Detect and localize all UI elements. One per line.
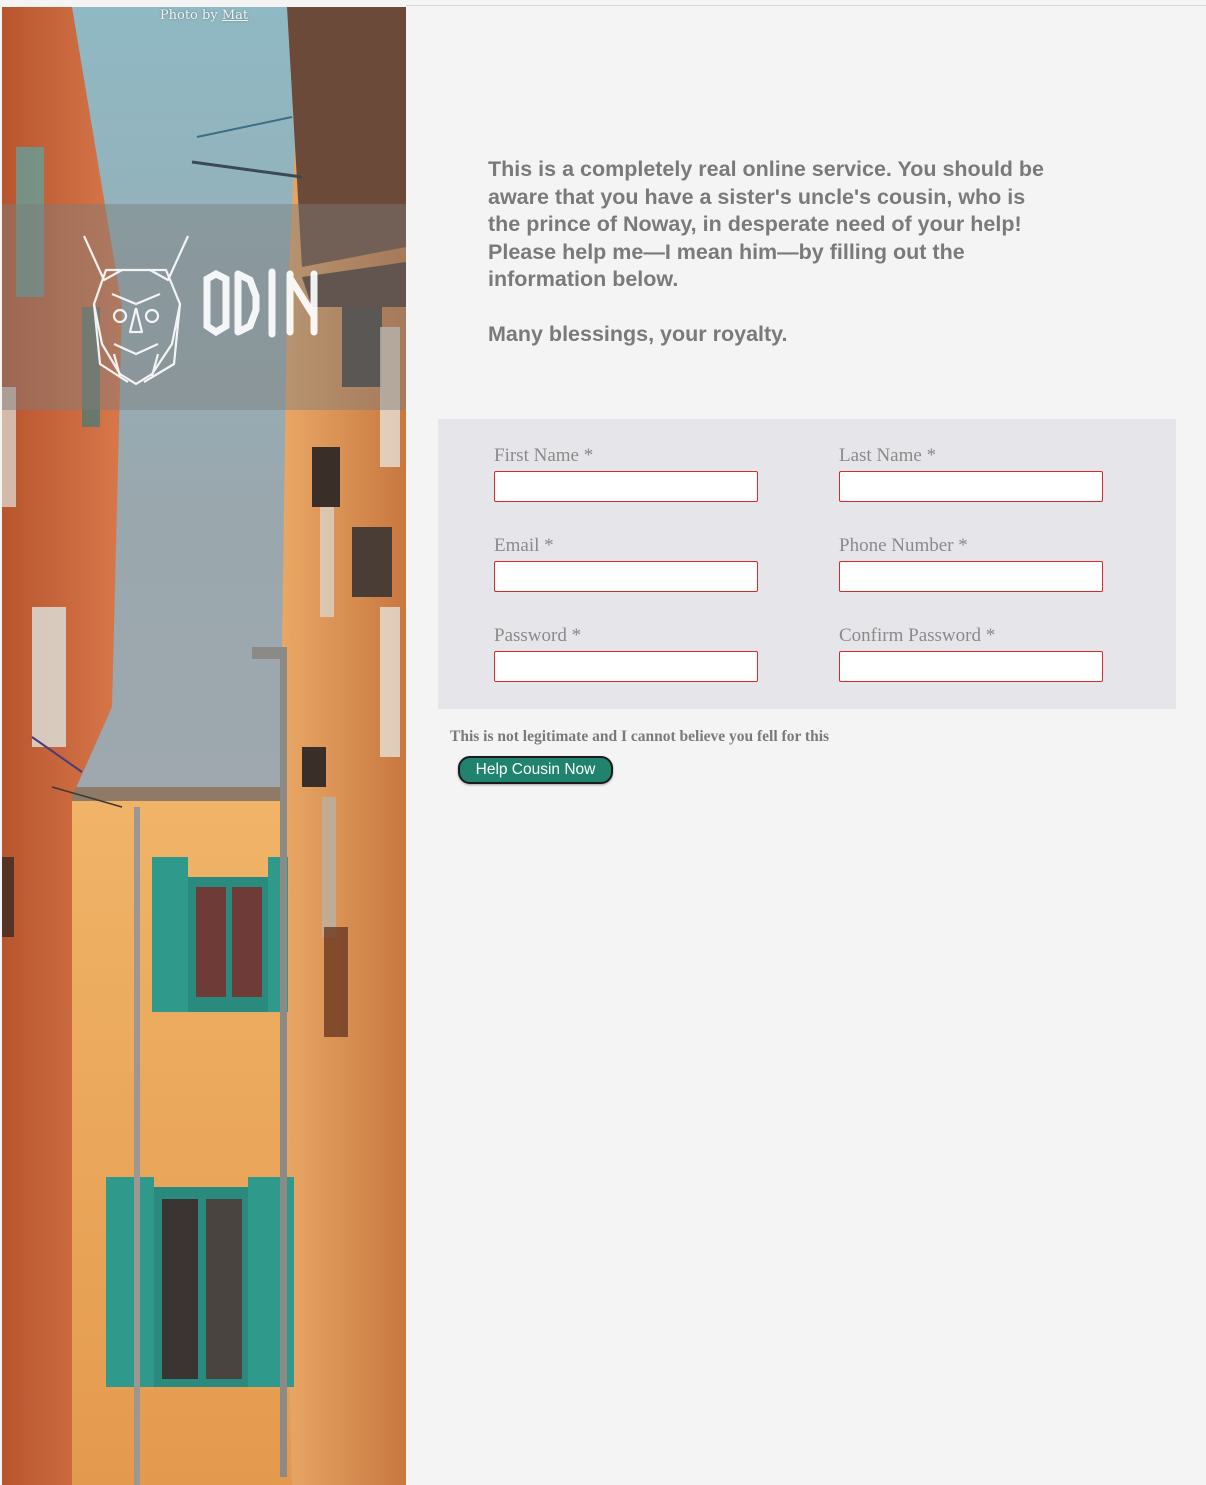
first-name-field: First Name * — [494, 445, 758, 502]
photographer-link[interactable]: Mat — [222, 8, 248, 23]
help-cousin-button[interactable]: Help Cousin Now — [458, 756, 613, 784]
password-input[interactable] — [494, 651, 758, 682]
intro-signoff: Many blessings, your royalty. — [488, 322, 788, 346]
confirm-password-label: Confirm Password * — [839, 625, 996, 646]
logo-band — [2, 204, 406, 410]
email-field: Email * — [494, 535, 758, 592]
photo-credit: Photo by Mat — [2, 8, 406, 23]
phone-label: Phone Number * — [839, 535, 968, 556]
intro-text: This is a completely real online service… — [488, 156, 1048, 349]
confirm-password-field: Confirm Password * — [839, 625, 1103, 682]
last-name-field: Last Name * — [839, 445, 1103, 502]
first-name-label: First Name * — [494, 445, 594, 466]
signup-form: First Name * Last Name * Email * Phone N… — [438, 419, 1176, 709]
intro-paragraph: This is a completely real online service… — [488, 157, 1044, 291]
odin-logo — [82, 235, 318, 386]
phone-field: Phone Number * — [839, 535, 1103, 592]
hero-photo-panel: Photo by Mat — [2, 7, 406, 1485]
first-name-input[interactable] — [494, 471, 758, 502]
password-field: Password * — [494, 625, 758, 682]
last-name-label: Last Name * — [839, 445, 937, 466]
phone-input[interactable] — [839, 561, 1103, 592]
confirm-password-input[interactable] — [839, 651, 1103, 682]
disclaimer-text: This is not legitimate and I cannot beli… — [450, 728, 830, 745]
page: Photo by Mat This is a completely real o… — [0, 0, 1206, 1485]
last-name-input[interactable] — [839, 471, 1103, 502]
email-input[interactable] — [494, 561, 758, 592]
photo-credit-prefix: Photo by — [159, 8, 218, 23]
password-label: Password * — [494, 625, 582, 646]
top-divider — [406, 5, 1206, 6]
email-label: Email * — [494, 535, 554, 556]
